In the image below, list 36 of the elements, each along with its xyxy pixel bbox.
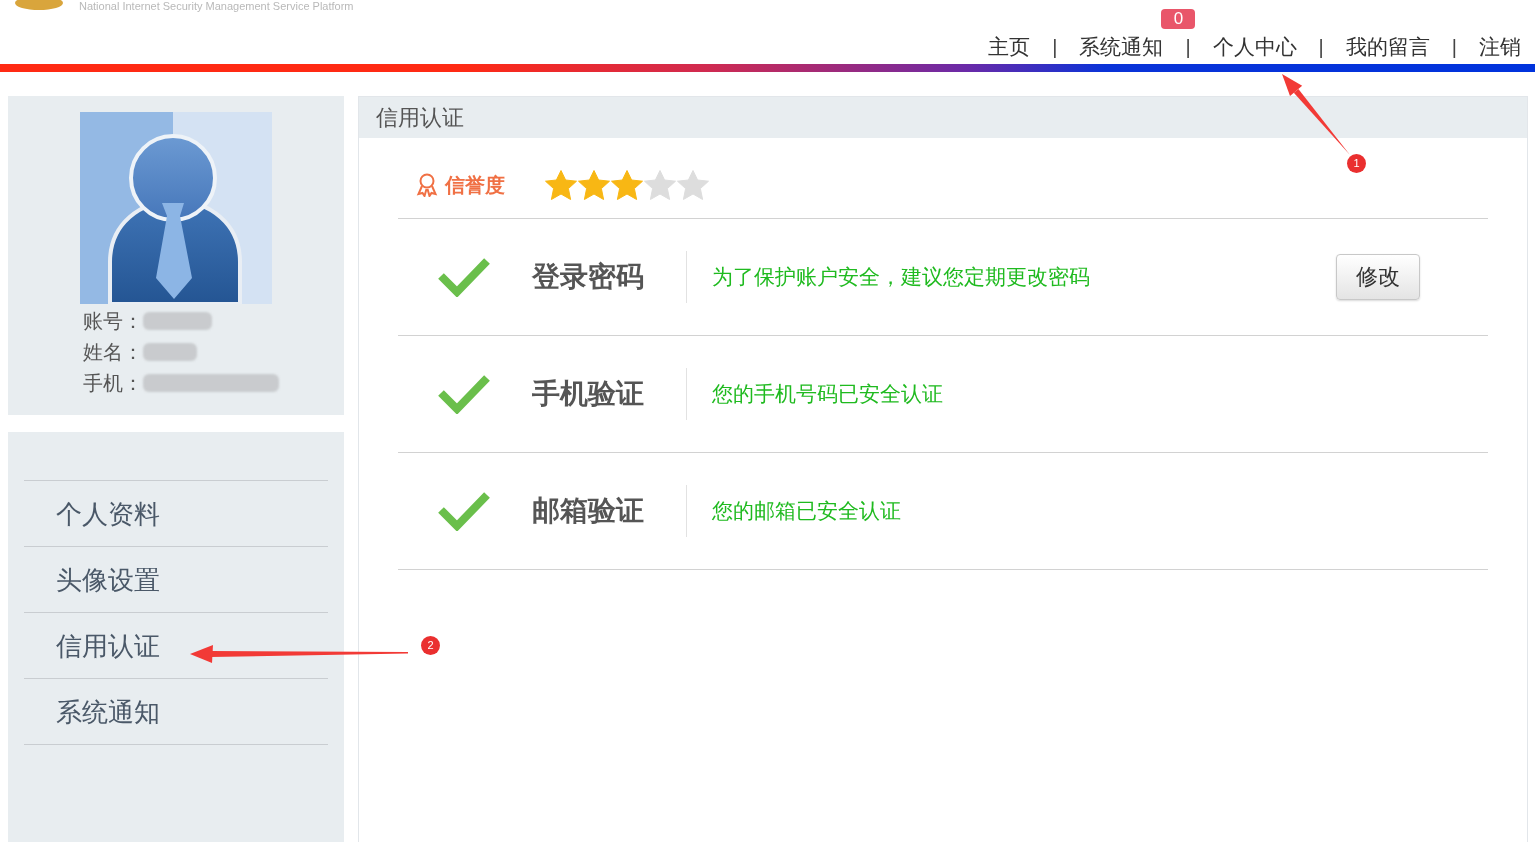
security-item-title: 登录密码 <box>532 261 644 292</box>
nav-separator: | <box>1318 35 1324 59</box>
nav-link[interactable]: 主页 <box>988 35 1031 59</box>
star-icon <box>545 170 577 200</box>
nav-link[interactable]: 系统通知 <box>1079 35 1164 59</box>
security-item-title: 邮箱验证 <box>532 495 644 526</box>
security-item-title: 手机验证 <box>532 378 644 409</box>
security-item-description: 您的手机号码已安全认证 <box>712 381 943 407</box>
profile-field-label: 姓名： <box>83 339 143 364</box>
star-icon <box>644 170 676 200</box>
notification-count-badge: 0 <box>1161 9 1196 29</box>
profile-field-label: 账号： <box>83 308 143 333</box>
menu-link[interactable]: 头像设置 <box>56 564 160 595</box>
menu-link[interactable]: 系统通知 <box>56 696 160 727</box>
security-item-description: 为了保护账户安全，建议您定期更改密码 <box>712 264 1090 290</box>
nav-link[interactable]: 我的留言 <box>1345 35 1430 59</box>
award-icon <box>416 173 438 197</box>
step-number-marker: 1 <box>1347 154 1366 173</box>
menu-link[interactable]: 个人资料 <box>56 498 160 529</box>
nav-separator: | <box>1451 35 1457 59</box>
step-number-marker: 2 <box>421 636 440 655</box>
panel-title: 信用认证 <box>376 104 464 131</box>
nav-separator: | <box>1185 35 1191 59</box>
nav-link[interactable]: 注销 <box>1479 35 1521 59</box>
profile-field-label: 手机： <box>83 370 143 395</box>
nav-link[interactable]: 个人中心 <box>1212 35 1297 59</box>
star-icon <box>677 170 709 200</box>
menu-link[interactable]: 信用认证 <box>56 630 160 661</box>
star-icon <box>578 170 610 200</box>
security-item-description: 您的邮箱已安全认证 <box>712 498 901 524</box>
credit-label: 信誉度 <box>445 173 505 197</box>
site-tagline: National Internet Security Management Service Platform <box>79 0 354 12</box>
emblem-icon <box>15 0 63 10</box>
star-icon <box>611 170 643 200</box>
modify-button[interactable]: 修改 <box>1336 254 1420 300</box>
nav-separator: | <box>1052 35 1058 59</box>
